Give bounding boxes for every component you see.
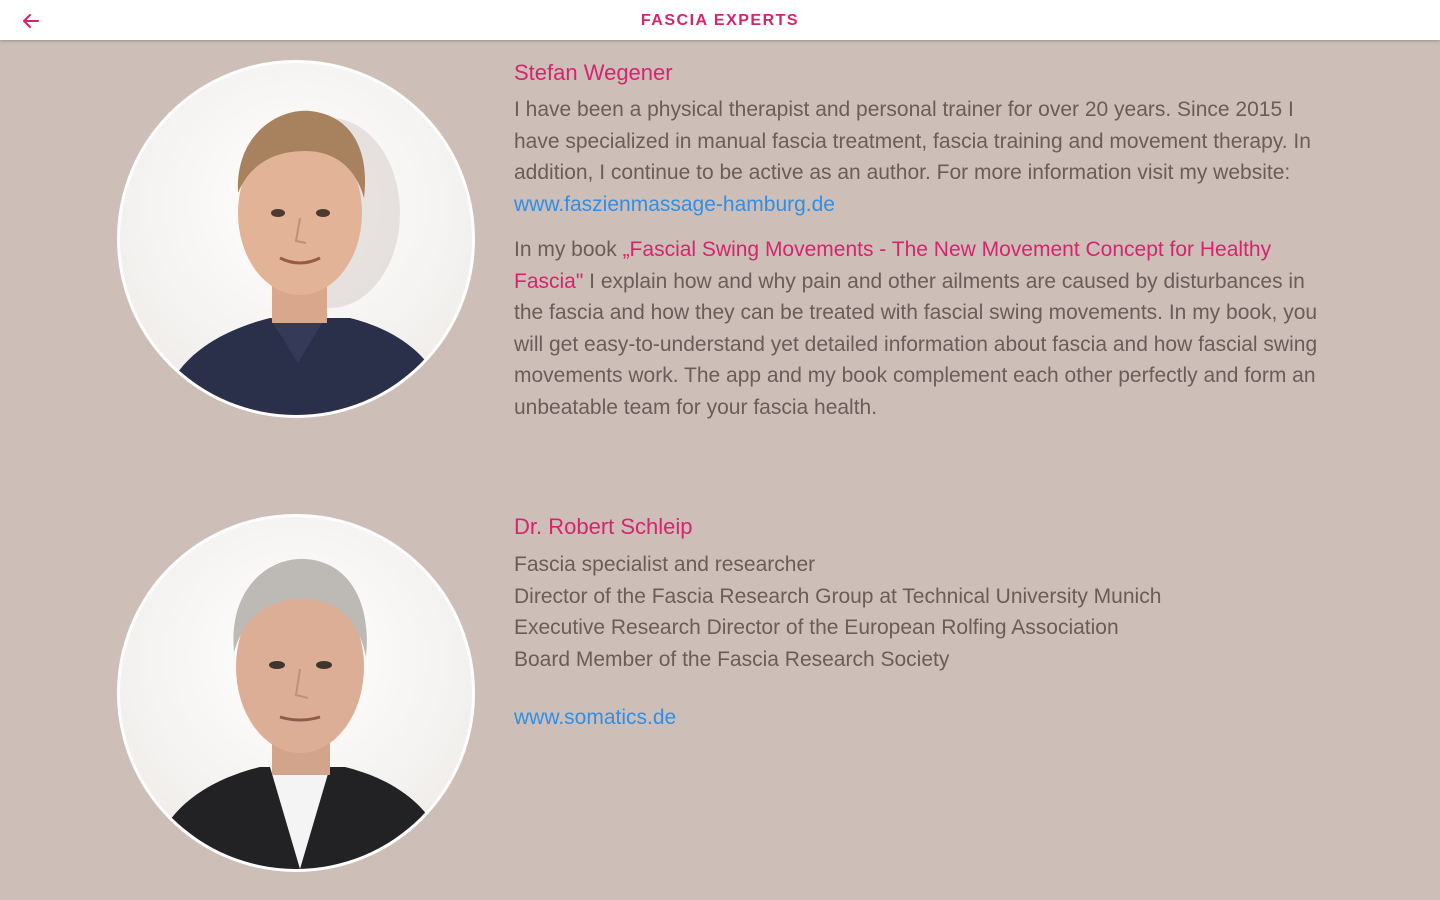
expert-name: Stefan Wegener bbox=[514, 60, 673, 85]
expert-name: Dr. Robert Schleip bbox=[514, 514, 693, 539]
page-title: FASCIA EXPERTS bbox=[640, 12, 800, 29]
bio-text: I have been a physical therapist and per… bbox=[514, 98, 1311, 184]
book-intro: In my book bbox=[514, 238, 623, 261]
role-line: Executive Research Director of the Europ… bbox=[514, 616, 1119, 639]
role-line: Fascia specialist and researcher bbox=[514, 553, 816, 576]
expert-website: www.somatics.de bbox=[514, 702, 1334, 734]
expert-roles: Fascia specialist and researcher Directo… bbox=[514, 549, 1334, 675]
app-bar: FASCIA EXPERTS bbox=[0, 0, 1440, 40]
experts-list: Stefan Wegener I have been a physical th… bbox=[0, 40, 1440, 900]
expert-photo-robert-schleip bbox=[117, 514, 475, 872]
expert-bio: I have been a physical therapist and per… bbox=[514, 94, 1334, 220]
role-line: Board Member of the Fascia Research Soci… bbox=[514, 647, 950, 671]
expert-photo-stefan-wegener bbox=[117, 60, 475, 418]
portrait-image bbox=[160, 110, 450, 415]
website-link[interactable]: www.somatics.de bbox=[514, 706, 676, 729]
role-line: Director of the Fascia Research Group at… bbox=[514, 584, 1162, 608]
website-link[interactable]: www.faszienmassage-hamburg.de bbox=[514, 193, 835, 216]
book-text: I explain how and why pain and other ail… bbox=[514, 269, 1318, 419]
book-paragraph: In my book „Fascial Swing Movements - Th… bbox=[514, 234, 1334, 423]
portrait-image bbox=[150, 558, 450, 869]
